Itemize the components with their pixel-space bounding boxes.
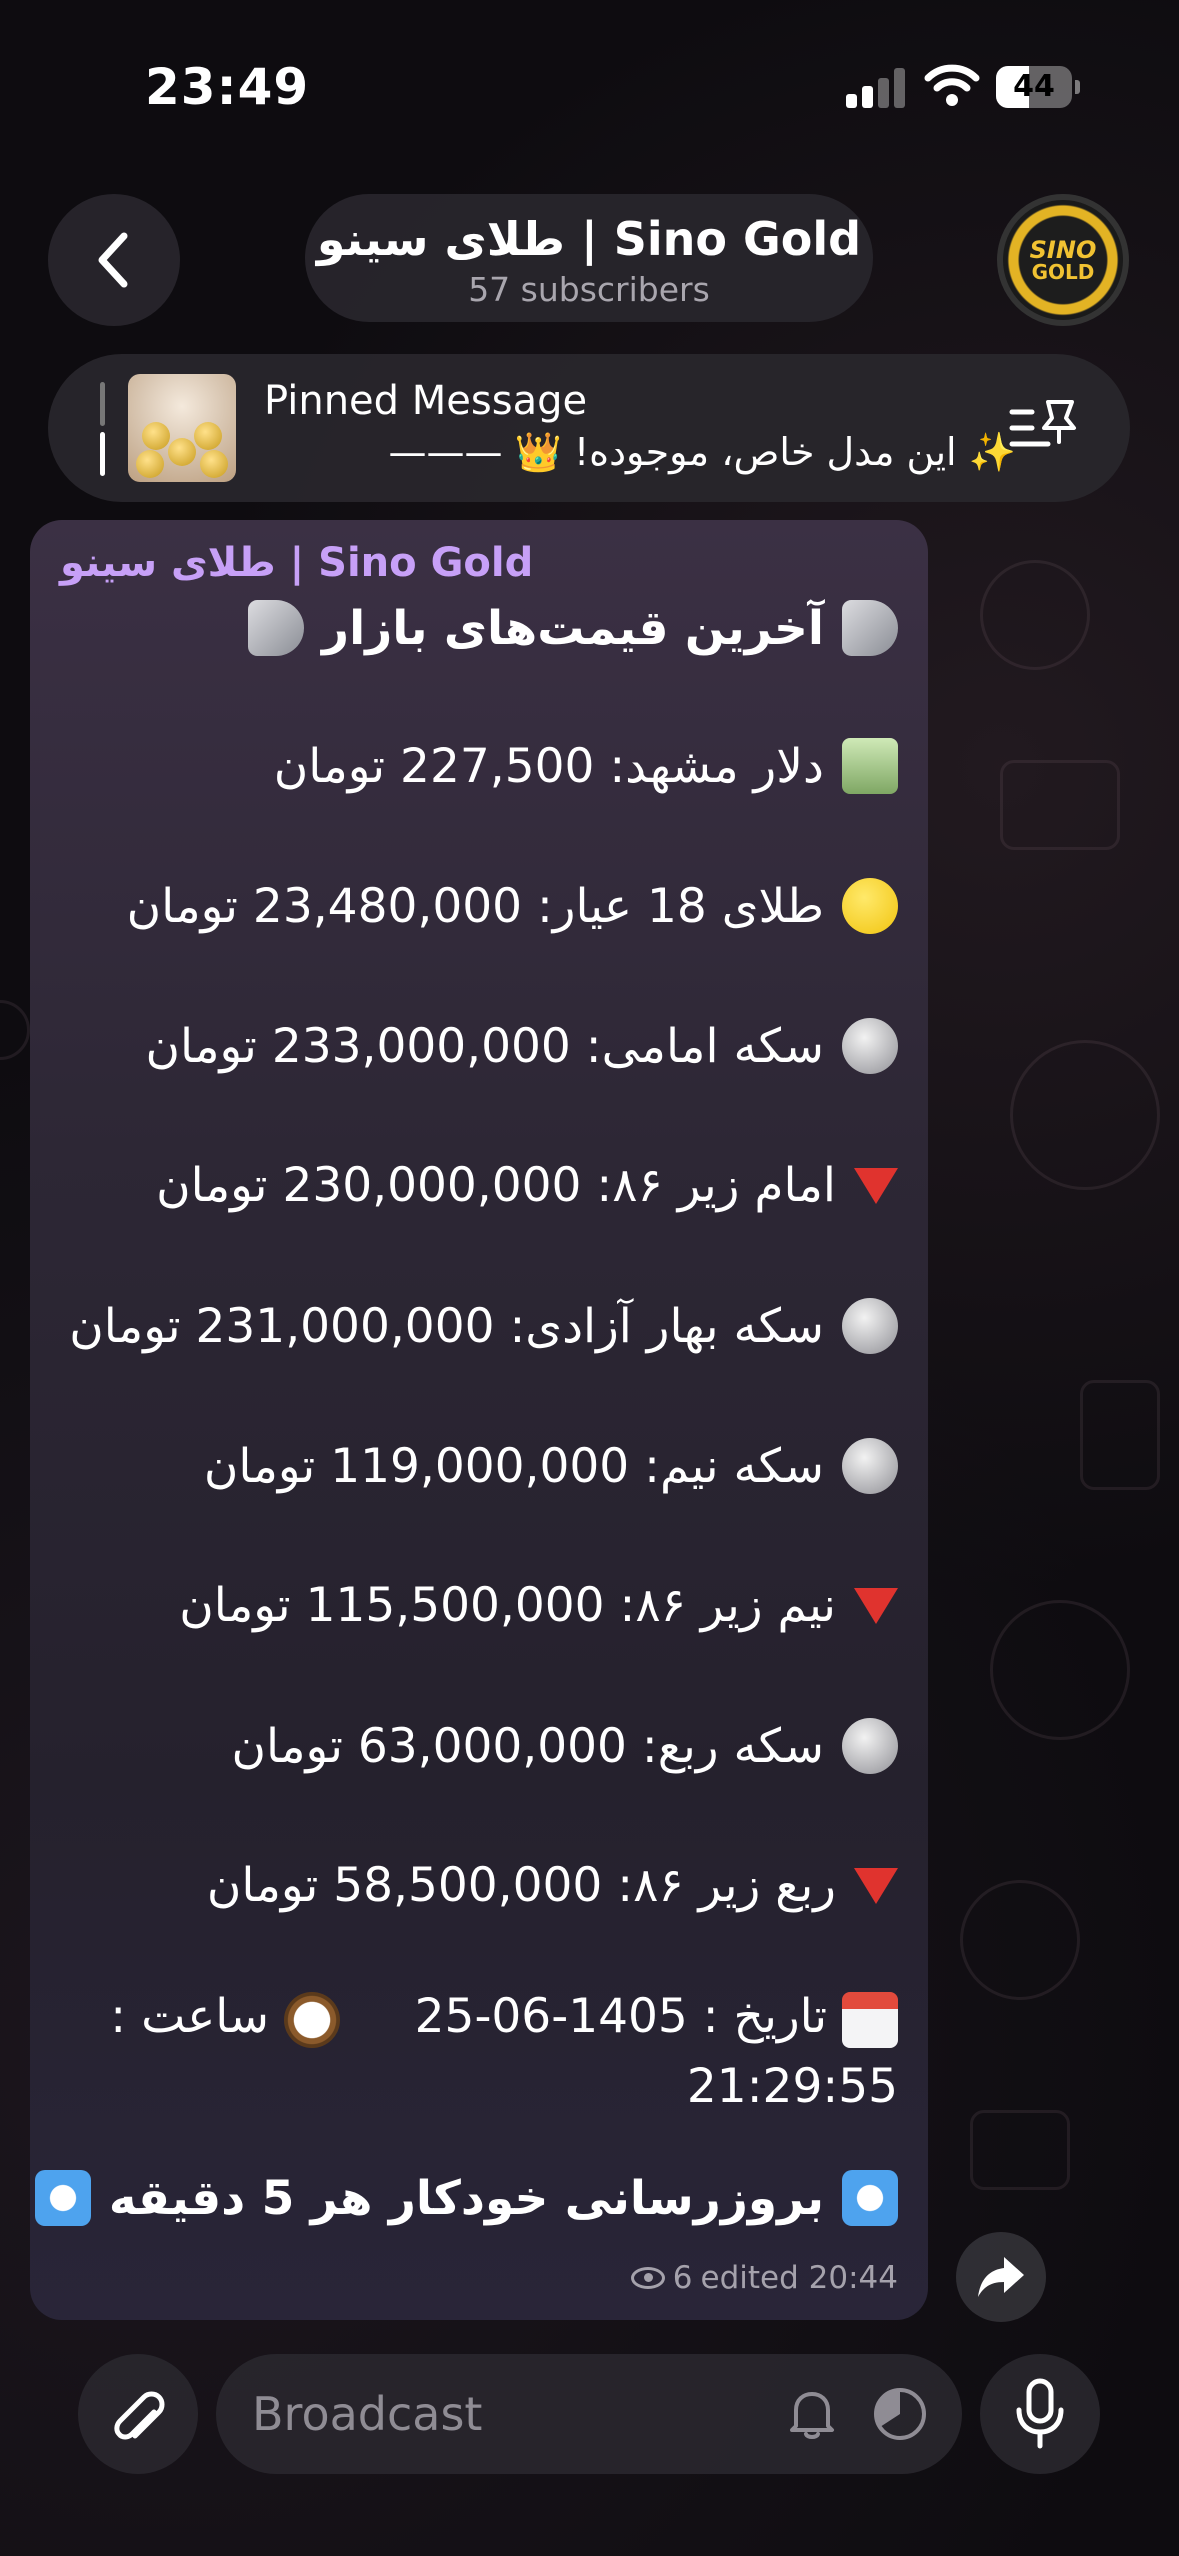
broadcast-input[interactable]	[252, 2376, 752, 2452]
wallpaper-doodle	[980, 560, 1090, 670]
microphone-icon	[1016, 2378, 1064, 2449]
wallpaper-doodle	[1080, 1380, 1160, 1490]
paperclip-icon	[114, 2391, 165, 2440]
pinned-thumbnail	[128, 374, 236, 482]
money-icon	[842, 738, 898, 794]
wallpaper-doodle	[1010, 1040, 1160, 1190]
wallpaper-doodle	[960, 1880, 1080, 2000]
calendar-icon	[842, 1991, 898, 2048]
wallpaper-doodle	[1000, 760, 1120, 850]
down-triangle-icon	[854, 1867, 898, 1904]
clock-icon	[283, 1991, 340, 2048]
broadcast-input-container[interactable]	[216, 2354, 962, 2474]
refresh-icon	[34, 2170, 91, 2226]
pinned-label: Pinned Message	[264, 378, 588, 424]
price-line: ربع زیر ۸۶: 58,500,000 تومان	[207, 1858, 898, 1913]
sino-gold-logo: SINO GOLD	[1007, 204, 1119, 316]
wallpaper-doodle	[970, 2110, 1070, 2190]
gold-circle-icon	[842, 878, 898, 934]
pinned-indicator	[100, 382, 106, 476]
coin-icon	[842, 1438, 898, 1494]
battery-level: 44	[1013, 69, 1055, 104]
channel-title-pill[interactable]: طلای سینو | Sino Gold 57 subscribers	[305, 194, 873, 322]
price-line: دلار مشهد: 227,500 تومان	[274, 738, 898, 794]
coin-icon	[842, 1298, 898, 1354]
pinned-text: ✨ این مدل خاص، موجوده! 👑 ———	[388, 430, 1016, 474]
chevron-left-icon	[98, 232, 128, 288]
channel-title: طلای سینو | Sino Gold	[316, 212, 862, 266]
view-count: 6	[672, 2260, 693, 2296]
price-line: سکه ربع: 63,000,000 تومان	[232, 1718, 898, 1774]
coin-icon	[842, 1718, 898, 1774]
subscriber-count: 57 subscribers	[468, 270, 710, 309]
channel-avatar[interactable]: SINO GOLD	[997, 194, 1129, 326]
wallpaper-doodle	[990, 1600, 1130, 1740]
message-sender[interactable]: طلای سینو | Sino Gold	[60, 540, 533, 586]
share-arrow-icon	[978, 2257, 1024, 2297]
bell-icon[interactable]	[782, 2384, 842, 2444]
attach-button[interactable]	[78, 2354, 198, 2474]
message-bubble[interactable]: طلای سینو | Sino Gold آخرین قیمت‌های باز…	[30, 520, 928, 2320]
price-line: سکه نیم: 119,000,000 تومان	[204, 1438, 898, 1494]
share-button[interactable]	[956, 2232, 1046, 2322]
down-triangle-icon	[854, 1587, 898, 1624]
down-triangle-icon	[854, 1167, 898, 1204]
microphone-button[interactable]	[980, 2354, 1100, 2474]
status-time: 23:49	[145, 58, 310, 116]
megaphone-icon	[842, 600, 898, 656]
message-heading: آخرین قیمت‌های بازار	[248, 600, 898, 656]
timer-icon[interactable]	[870, 2384, 930, 2444]
wallpaper-doodle	[0, 1000, 30, 1060]
battery-icon: 44	[996, 66, 1080, 108]
cellular-signal-icon	[846, 68, 908, 108]
price-line: سکه بهار آزادی: 231,000,000 تومان	[69, 1298, 898, 1354]
edited-time: edited 20:44	[700, 2260, 898, 2296]
date-text: تاریخ : 1405-06-25	[414, 1989, 828, 2044]
coin-icon	[842, 1018, 898, 1074]
date-time-line: تاریخ : 1405-06-25 ساعت : 21:29:55	[58, 1982, 898, 2122]
price-line: طلای 18 عیار: 23,480,000 تومان	[127, 878, 898, 934]
auto-update-line: بروزرسانی خودکار هر 5 دقیقه	[34, 2170, 898, 2226]
status-bar: 23:49 44	[0, 0, 1179, 170]
eye-icon	[630, 2267, 665, 2289]
megaphone-icon	[248, 600, 305, 656]
refresh-icon	[842, 2170, 898, 2226]
pin-list-icon[interactable]	[1008, 398, 1080, 458]
pinned-message-bar[interactable]: Pinned Message ✨ این مدل خاص، موجوده! 👑 …	[48, 354, 1130, 502]
wifi-icon	[924, 64, 980, 106]
price-line: امام زیر ۸۶: 230,000,000 تومان	[156, 1158, 898, 1213]
message-meta: 6 edited 20:44	[630, 2260, 898, 2296]
price-line: سکه امامی: 233,000,000 تومان	[146, 1018, 898, 1074]
back-button[interactable]	[48, 194, 180, 326]
price-line: نیم زیر ۸۶: 115,500,000 تومان	[179, 1578, 898, 1633]
